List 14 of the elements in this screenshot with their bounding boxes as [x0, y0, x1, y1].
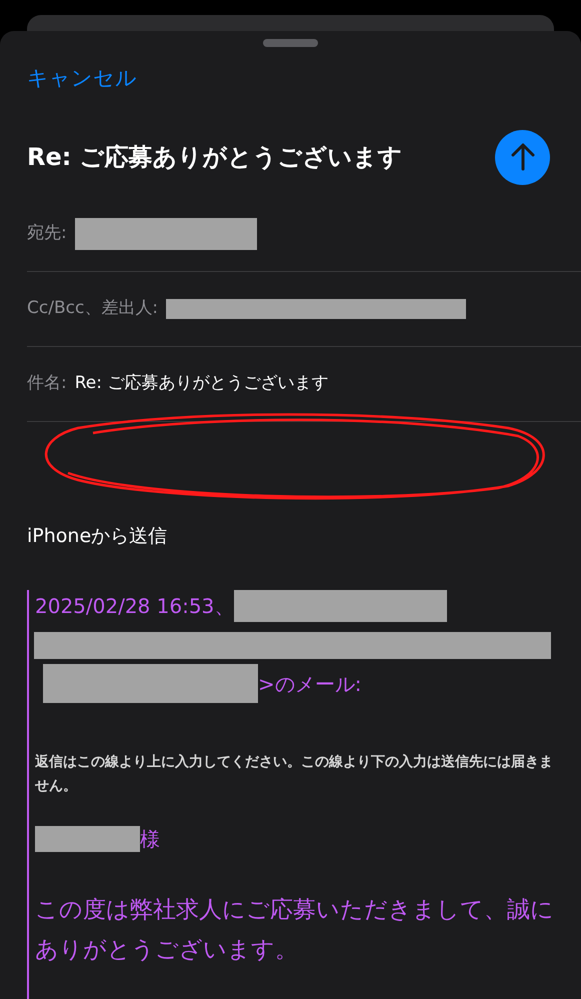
- up-arrow-icon: [510, 143, 536, 171]
- quote-header-text: >のメール:: [258, 670, 362, 698]
- reply-notice-text: 返信はこの線より上に入力してください。この線より下の入力は送信先には届きません。: [35, 753, 554, 796]
- field-label: 宛先:: [27, 222, 67, 245]
- cancel-button[interactable]: キャンセル: [27, 63, 137, 94]
- salutation-text: 様: [140, 826, 160, 853]
- signature-text: iPhoneから送信: [27, 524, 168, 548]
- sheet-grabber[interactable]: [263, 39, 318, 47]
- quote-header-text: 2025/02/28 16:53、: [35, 593, 234, 620]
- field-label: Cc/Bcc、差出人:: [27, 296, 158, 320]
- subject-title: Re: ご応募ありがとうございます: [27, 142, 403, 173]
- subject-field[interactable]: Re: ご応募ありがとうございます: [74, 370, 328, 396]
- quoted-message-text: この度は弊社求人にご応募いただきまして、誠にありがとうございます。: [35, 896, 555, 965]
- field-label: 件名:: [27, 372, 67, 395]
